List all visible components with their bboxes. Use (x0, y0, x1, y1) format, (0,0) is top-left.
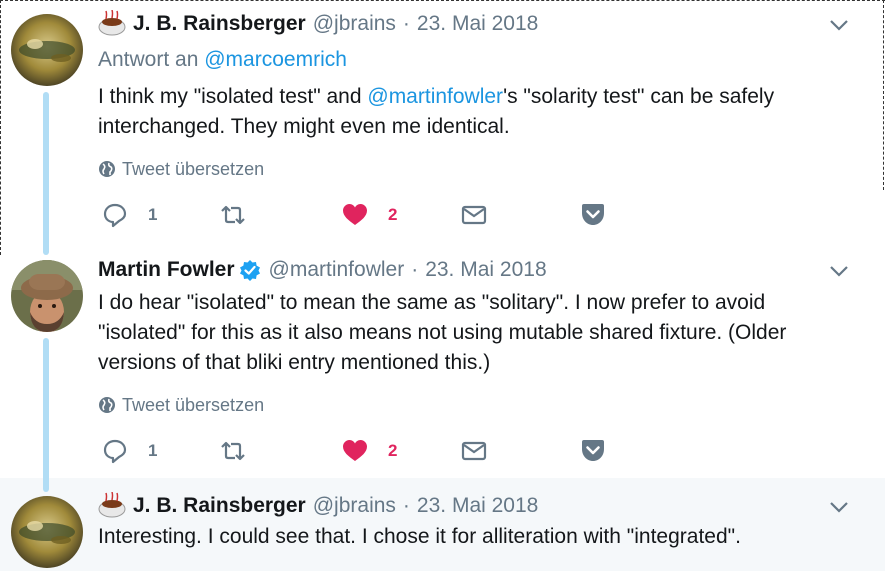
pocket-icon (582, 204, 604, 225)
reply-to-line: Antwort an @marcoemrich (98, 48, 347, 72)
tweet-jbrains-2[interactable]: J. B. Rainsberger @jbrains · 23. Mai 201… (0, 472, 885, 571)
tweet-text-part: I think my "isolated test" and (98, 85, 368, 108)
pocket-button[interactable] (580, 436, 606, 466)
globe-icon (99, 161, 115, 177)
translate-label: Tweet übersetzen (122, 158, 265, 179)
thread-line (43, 338, 49, 492)
tweet-header: Martin Fowler @martinfowler · 23. Mai 20… (98, 256, 547, 284)
tweet-text: I do hear "isolated" to mean the same as… (98, 291, 787, 374)
author-name[interactable]: Martin Fowler (98, 258, 235, 282)
tweet-date[interactable]: 23. Mai 2018 (417, 494, 538, 518)
separator-dot: · (402, 12, 410, 35)
coffee-cup-emoji (98, 9, 128, 38)
coffee-cup-emoji (98, 491, 128, 520)
tweet-actions: 1 2 (102, 436, 622, 466)
tweet-date[interactable]: 23. Mai 2018 (425, 258, 546, 282)
reply-button[interactable]: 1 (102, 436, 157, 466)
translate-tweet-link[interactable]: Tweet übersetzen (98, 157, 264, 181)
like-count: 2 (388, 441, 398, 460)
tweet-header: J. B. Rainsberger @jbrains · 23. Mai 201… (98, 9, 538, 38)
reply-count: 1 (148, 205, 158, 224)
like-button[interactable]: 2 (342, 200, 397, 230)
reply-button[interactable]: 1 (102, 200, 157, 230)
separator-dot: · (402, 494, 410, 517)
pocket-button[interactable] (580, 200, 606, 230)
thread-line (43, 92, 49, 255)
verified-badge-icon (239, 260, 260, 281)
retweet-icon (221, 205, 245, 225)
author-handle[interactable]: @jbrains (313, 12, 396, 36)
tweet-actions: 1 2 (102, 200, 622, 230)
retweet-button[interactable] (220, 436, 246, 466)
envelope-icon (461, 441, 487, 461)
like-count: 2 (388, 205, 398, 224)
translate-label: Tweet übersetzen (122, 394, 265, 415)
reply-icon (103, 203, 127, 228)
reply-to-handle-link[interactable]: @marcoemrich (204, 48, 347, 71)
translate-tweet-link[interactable]: Tweet übersetzen (98, 393, 264, 417)
tweet-text: I think my "isolated test" and @martinfo… (98, 82, 838, 142)
avatar-jbrains[interactable] (11, 14, 83, 86)
mention-link[interactable]: @martinfowler (367, 85, 503, 108)
chevron-down-icon[interactable] (828, 496, 850, 518)
globe-icon (99, 397, 115, 413)
tweet-jbrains-1[interactable]: J. B. Rainsberger @jbrains · 23. Mai 201… (0, 0, 885, 255)
author-name[interactable]: J. B. Rainsberger (133, 12, 306, 36)
reply-to-prefix: Antwort an (98, 48, 205, 71)
reply-count: 1 (148, 441, 158, 460)
tweet-martinfowler[interactable]: Martin Fowler @martinfowler · 23. Mai 20… (0, 242, 885, 492)
like-button[interactable]: 2 (342, 436, 397, 466)
tweet-date[interactable]: 23. Mai 2018 (417, 12, 538, 36)
direct-message-button[interactable] (461, 436, 487, 466)
author-handle[interactable]: @jbrains (313, 494, 396, 518)
heart-icon (343, 204, 367, 225)
chevron-down-icon[interactable] (828, 260, 850, 282)
tweet-text: Interesting. I could see that. I chose i… (98, 525, 741, 548)
chevron-down-icon[interactable] (828, 14, 850, 36)
thread-line (43, 472, 49, 492)
retweet-icon (221, 441, 245, 461)
author-handle[interactable]: @martinfowler (269, 258, 405, 282)
avatar-jbrains[interactable] (11, 496, 83, 568)
retweet-button[interactable] (220, 200, 246, 230)
separator-dot: · (411, 258, 419, 281)
envelope-icon (461, 205, 487, 225)
direct-message-button[interactable] (461, 200, 487, 230)
reply-icon (103, 439, 127, 464)
tweet-header: J. B. Rainsberger @jbrains · 23. Mai 201… (98, 491, 538, 520)
heart-icon (343, 440, 367, 461)
pocket-icon (582, 440, 604, 461)
avatar-martinfowler[interactable] (11, 260, 83, 332)
author-name[interactable]: J. B. Rainsberger (133, 494, 306, 518)
